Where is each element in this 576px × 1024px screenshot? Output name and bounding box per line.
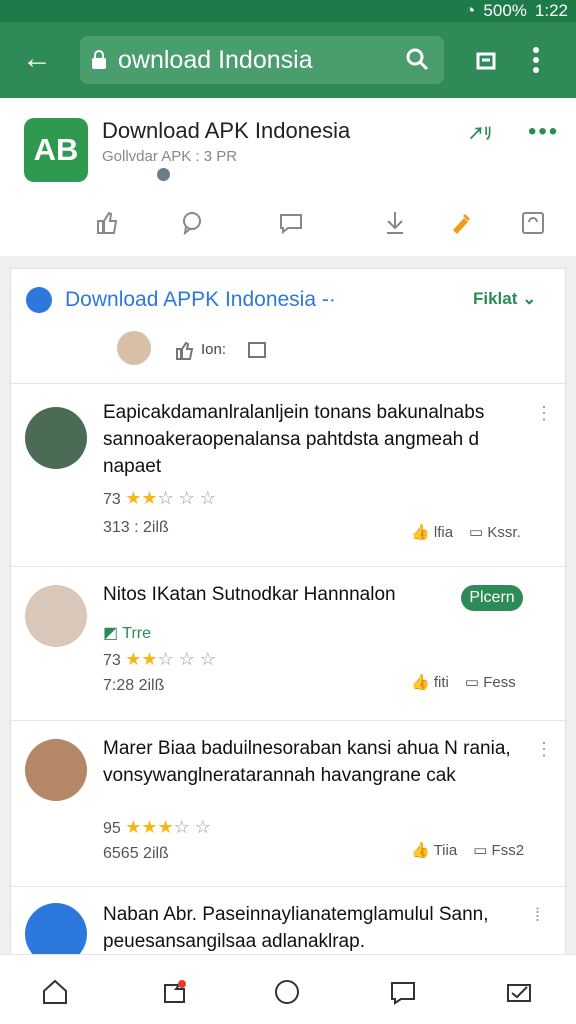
review-item: ⋮ Eapicakdamanlralanljein tonans bakunal…: [11, 385, 567, 567]
app-actions: [0, 202, 576, 246]
bottom-navigation: [0, 954, 576, 1024]
app-logo: AB: [24, 118, 88, 182]
edit-icon[interactable]: [446, 208, 476, 238]
more-horizontal-icon[interactable]: •••: [528, 118, 559, 146]
reply-action[interactable]: ▭ Fss2: [473, 841, 524, 859]
review-item: Nitos IKatan Sutnodkar Hannnalon Plcern …: [11, 567, 567, 721]
inbox-icon[interactable]: [502, 975, 536, 1009]
app-subtitle: Gollvdar APK : 3 PR: [102, 148, 238, 165]
chat-icon[interactable]: [386, 975, 420, 1009]
address-bar[interactable]: ownload Indonsia: [80, 36, 444, 84]
review-item: ⁞ Naban Abr. Paseinnaylianatemglamulul S…: [11, 887, 567, 954]
review-time: 6565 2ilß: [103, 845, 169, 862]
like-action[interactable]: 👍 Tiia: [411, 841, 457, 859]
review-rating: 73 ★★☆ ☆ ☆: [103, 488, 216, 508]
filter-button[interactable]: Fiklat ⌄: [473, 289, 536, 309]
review-menu-icon[interactable]: ⁞: [535, 905, 540, 926]
download-icon[interactable]: [380, 208, 410, 238]
like-action[interactable]: 👍 lfia: [411, 523, 453, 541]
review-tag: ◩ Trre: [103, 625, 152, 642]
review-menu-icon[interactable]: ⋮: [535, 403, 553, 424]
review-text: Eapicakdamanlralanljein tonans bakunalna…: [103, 402, 485, 477]
reviews-panel-header: Download APPK Indonesia -· Fiklat ⌄ Ion:: [11, 269, 567, 384]
review-avatar: [25, 407, 87, 469]
review-actions: 👍 lfia ▭ Kssr.: [411, 523, 521, 541]
review-avatar: [25, 739, 87, 801]
review-actions: 👍 Tiia ▭ Fss2: [411, 841, 524, 859]
time-text: 1:22: [534, 1, 568, 20]
page-content: AB Download APK Indonesia Gollvdar APK :…: [0, 98, 576, 954]
wifi-icon: ◔: [465, 1, 476, 20]
reviews-panel: Download APPK Indonesia -· Fiklat ⌄ Ion:…: [10, 268, 567, 954]
back-icon[interactable]: ←: [22, 42, 56, 76]
review-text: Marer Biaa baduilnesoraban kansi ahua N …: [103, 738, 511, 786]
review-rating: 73 ★★☆ ☆ ☆: [103, 649, 216, 669]
review-text: Naban Abr. Paseinnaylianatemglamulul San…: [103, 904, 489, 952]
compass-icon: [26, 287, 52, 313]
review-menu-icon[interactable]: ⋮: [535, 739, 553, 760]
reply-action[interactable]: ▭ Kssr.: [469, 523, 521, 541]
follow-badge[interactable]: Plcern: [461, 585, 523, 611]
search-icon[interactable]: [404, 46, 432, 74]
more-vert-icon[interactable]: [528, 44, 544, 76]
small-label: Ion:: [201, 341, 227, 358]
lock-icon: [92, 50, 106, 69]
review-actions: 👍 fiti ▭ Fess: [411, 673, 516, 691]
review-item: ⋮ Marer Biaa baduilnesoraban kansi ahua …: [11, 721, 567, 887]
app-card: AB Download APK Indonesia Gollvdar APK :…: [0, 98, 576, 256]
square-icon[interactable]: [247, 341, 267, 361]
comment-icon[interactable]: [178, 208, 208, 238]
message-icon[interactable]: [276, 208, 306, 238]
url-text: ownload Indonsia: [118, 46, 313, 74]
notifications-icon[interactable]: [158, 975, 192, 1009]
share-icon[interactable]: ↗ﾘ: [468, 120, 492, 144]
tabs-icon[interactable]: [470, 44, 502, 76]
review-text: Nitos IKatan Sutnodkar Hannnalon: [103, 584, 396, 605]
review-rating: 95 ★★★☆ ☆: [103, 817, 211, 837]
user-avatar: [117, 331, 151, 365]
home-icon[interactable]: [38, 975, 72, 1009]
thumb-up-icon[interactable]: [173, 339, 197, 363]
panel-title: Download APPK Indonesia -·: [65, 288, 336, 311]
chat-logo: [25, 903, 87, 954]
bookmark-box-icon[interactable]: [518, 208, 548, 238]
like-action[interactable]: 👍 fiti: [411, 673, 449, 691]
like-icon[interactable]: [92, 208, 122, 238]
status-bar: ◔ 500% 1:22: [0, 0, 576, 22]
reply-action[interactable]: ▭ Fess: [465, 673, 516, 691]
app-title: Download APK Indonesia: [102, 118, 351, 143]
review-time: 313 : 2ilß: [103, 519, 169, 536]
small-dot: [157, 168, 170, 181]
top-toolbar: ← ownload Indonsia: [0, 22, 576, 98]
review-time: 7:28 2ilß: [103, 677, 165, 694]
battery-text: 500%: [483, 1, 527, 20]
circle-icon[interactable]: [270, 975, 304, 1009]
review-avatar: [25, 585, 87, 647]
